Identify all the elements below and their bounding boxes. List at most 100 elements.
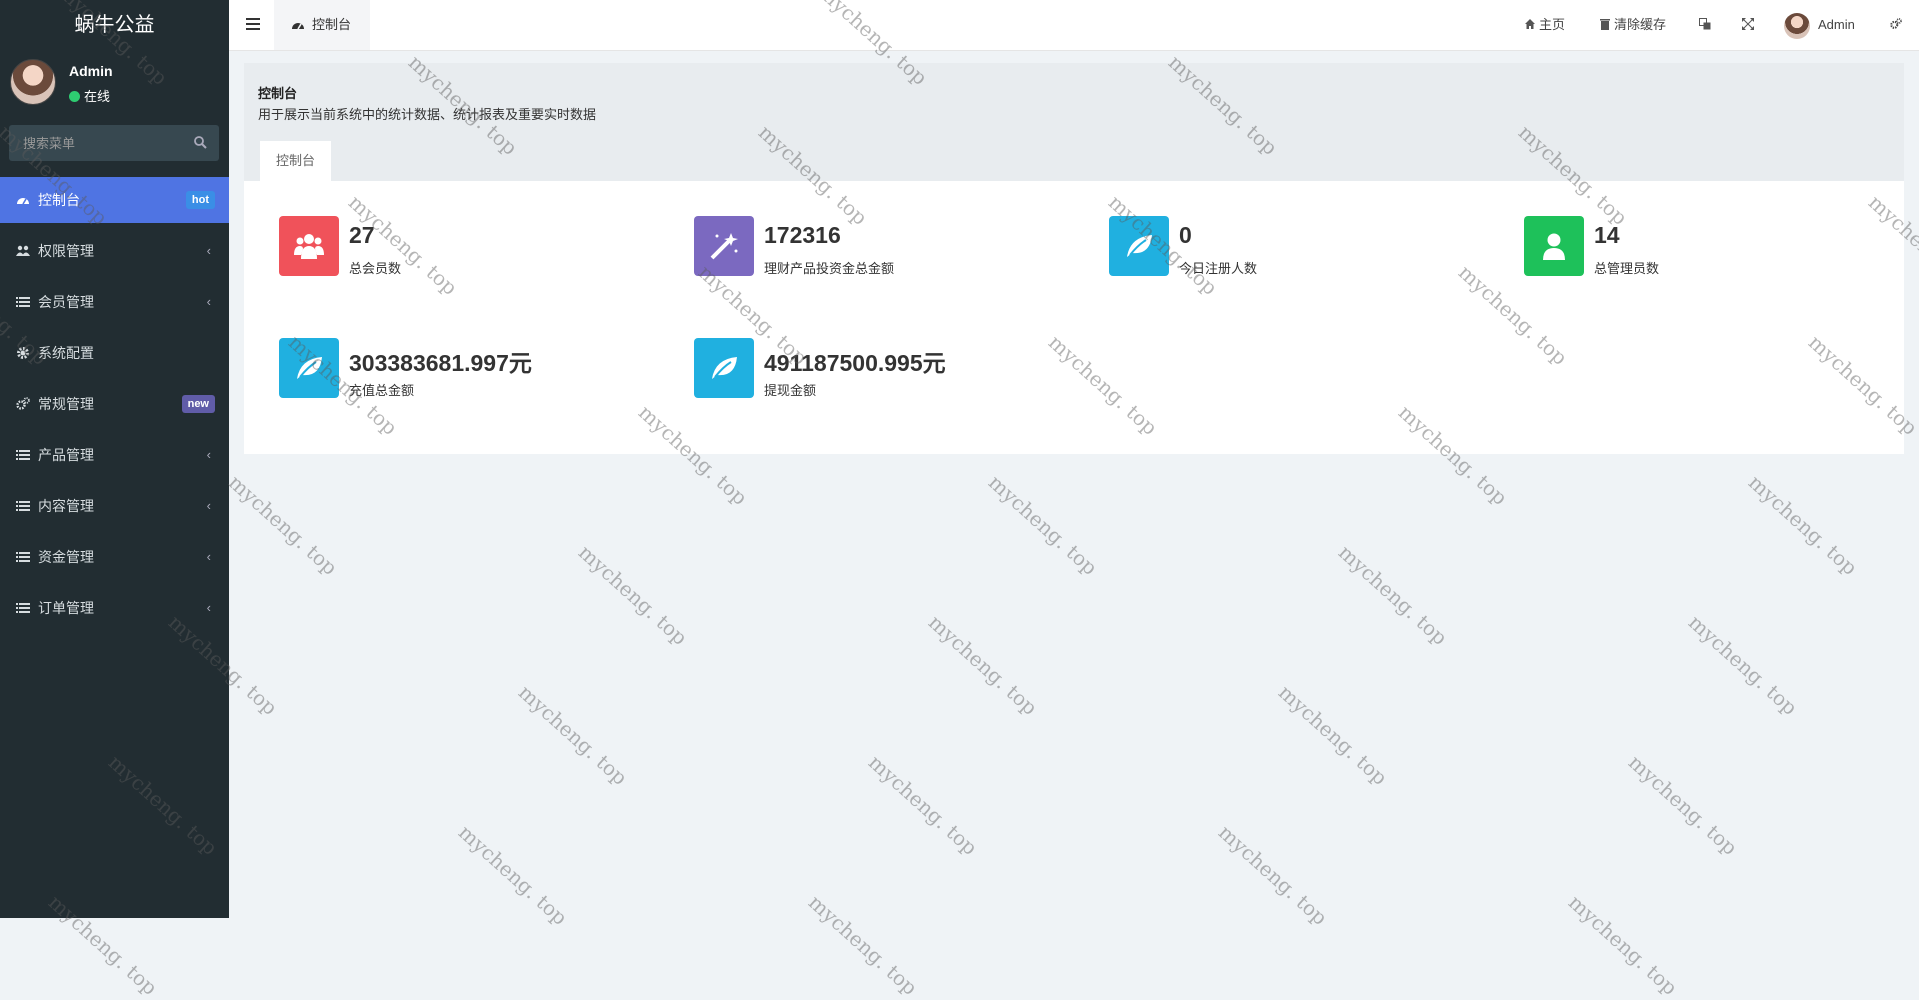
watermark-text: mycheng. top (223, 470, 343, 580)
sidebar-item-label: 订单管理 (38, 600, 94, 616)
page-title: 控制台 (258, 86, 298, 101)
sidebar-item-members[interactable]: 会员管理 ‹ (0, 279, 229, 325)
app-brand[interactable]: 蜗牛公益 (0, 0, 229, 50)
stats-panel: 27 总会员数 172316 理财产品投资金总金额 0 今日注册人数 14 总管… (244, 181, 1904, 454)
search-icon[interactable] (193, 135, 207, 149)
sidebar-item-system-config[interactable]: 系统配置 (0, 330, 229, 376)
stat-value: 172316 (764, 222, 841, 248)
stat-label: 理财产品投资金总金额 (764, 261, 895, 276)
home-link[interactable]: 主页 (1524, 0, 1565, 50)
sidebar: 蜗牛公益 Admin 在线 控制台 hot 权限管理 ‹ (0, 0, 229, 918)
watermark-text: mycheng. top (1743, 470, 1863, 580)
sidebar-item-orders[interactable]: 订单管理 ‹ (0, 585, 229, 631)
watermark-text: mycheng. top (1683, 610, 1803, 720)
user-menu-label: Admin (1818, 17, 1855, 32)
stat-label: 充值总金额 (349, 383, 415, 398)
menu-toggle-icon[interactable] (246, 18, 260, 31)
watermark-text: mycheng. top (453, 820, 573, 930)
stat-icon-box (1109, 216, 1169, 276)
dashboard-icon (292, 23, 304, 30)
menu-search-input[interactable] (9, 125, 183, 161)
online-status-icon (69, 91, 80, 102)
sidebar-search (9, 125, 219, 161)
dashboard-icon (17, 198, 29, 205)
user-name: Admin (69, 63, 113, 79)
stat-investment-total: 172316 理财产品投资金总金额 (694, 216, 1054, 276)
watermark-text: mycheng. top (803, 890, 923, 1000)
watermark-text: mycheng. top (513, 680, 633, 790)
home-icon (1525, 19, 1535, 29)
sidebar-item-label: 内容管理 (38, 498, 94, 514)
stat-icon-box (694, 216, 754, 276)
user-icon (1543, 233, 1565, 260)
list-icon (16, 501, 30, 511)
sidebar-item-label: 资金管理 (38, 549, 94, 565)
sidebar-item-label: 产品管理 (38, 447, 94, 463)
sidebar-item-content[interactable]: 内容管理 ‹ (0, 483, 229, 529)
gear-icon (17, 347, 29, 359)
stat-value: 491187500.995元 (764, 350, 946, 376)
leaf-icon (297, 357, 322, 379)
avatar (1784, 12, 1810, 39)
avatar (10, 59, 56, 105)
home-label: 主页 (1539, 17, 1566, 32)
tab-dashboard-panel[interactable]: 控制台 (260, 141, 331, 181)
trash-icon (1600, 19, 1610, 30)
users-icon (294, 234, 324, 259)
stat-withdrawal-total: 491187500.995元 提现金额 (694, 338, 1054, 398)
magic-wand-icon (710, 233, 738, 260)
stat-value: 303383681.997元 (349, 350, 532, 376)
stat-total-members: 27 总会员数 (279, 216, 639, 276)
users-icon (16, 245, 30, 256)
clear-cache-button[interactable]: 清除缓存 (1599, 0, 1666, 50)
list-icon (16, 552, 30, 562)
stat-icon-box (1524, 216, 1584, 276)
stat-total-recharge: 303383681.997元 充值总金额 (279, 338, 639, 398)
user-menu[interactable]: Admin (1784, 0, 1855, 50)
sidebar-item-funds[interactable]: 资金管理 ‹ (0, 534, 229, 580)
clear-cache-label: 清除缓存 (1614, 17, 1667, 32)
stat-label: 总管理员数 (1594, 261, 1660, 276)
settings-button[interactable] (1890, 0, 1905, 50)
sidebar-item-label: 权限管理 (38, 243, 94, 259)
status-text: 在线 (84, 89, 111, 104)
sidebar-item-permissions[interactable]: 权限管理 ‹ (0, 228, 229, 274)
tab-dashboard[interactable]: 控制台 (274, 0, 370, 50)
chevron-left-icon: ‹ (206, 498, 211, 513)
stat-total-admins: 14 总管理员数 (1524, 216, 1884, 276)
language-button[interactable] (1699, 0, 1714, 50)
language-icon (1699, 18, 1711, 30)
hot-badge: hot (185, 191, 215, 209)
sidebar-menu: 控制台 hot 权限管理 ‹ 会员管理 ‹ 系统配置 常规管理 new 产品管理… (0, 177, 229, 636)
sidebar-item-products[interactable]: 产品管理 ‹ (0, 432, 229, 478)
fullscreen-button[interactable] (1742, 0, 1757, 50)
watermark-text: mycheng. top (923, 610, 1043, 720)
sidebar-item-label: 会员管理 (38, 294, 94, 310)
watermark-text: mycheng. top (1213, 820, 1333, 930)
chevron-left-icon: ‹ (206, 243, 211, 258)
chevron-left-icon: ‹ (206, 549, 211, 564)
gears-icon (16, 397, 30, 410)
user-status: 在线 (69, 86, 110, 105)
user-panel: Admin 在线 (0, 50, 229, 115)
leaf-icon (712, 357, 737, 379)
stat-today-registrations: 0 今日注册人数 (1109, 216, 1469, 276)
stat-icon-box (279, 338, 339, 398)
watermark-text: mycheng. top (1333, 540, 1453, 650)
new-badge: new (181, 395, 215, 413)
watermark-text: mycheng. top (1563, 890, 1683, 1000)
gears-icon (1890, 18, 1902, 29)
stat-value: 14 (1594, 222, 1620, 248)
list-icon (16, 603, 30, 613)
leaf-icon (1127, 235, 1152, 257)
stat-icon-box (694, 338, 754, 398)
watermark-text: mycheng. top (573, 540, 693, 650)
tab-label: 控制台 (312, 17, 352, 32)
sidebar-item-dashboard[interactable]: 控制台 hot (0, 177, 229, 223)
stat-icon-box (279, 216, 339, 276)
stat-label: 提现金额 (764, 383, 817, 398)
sidebar-item-label: 系统配置 (38, 345, 94, 361)
stat-label: 今日注册人数 (1179, 261, 1258, 276)
sidebar-item-general[interactable]: 常规管理 new (0, 381, 229, 427)
list-icon (16, 450, 30, 460)
